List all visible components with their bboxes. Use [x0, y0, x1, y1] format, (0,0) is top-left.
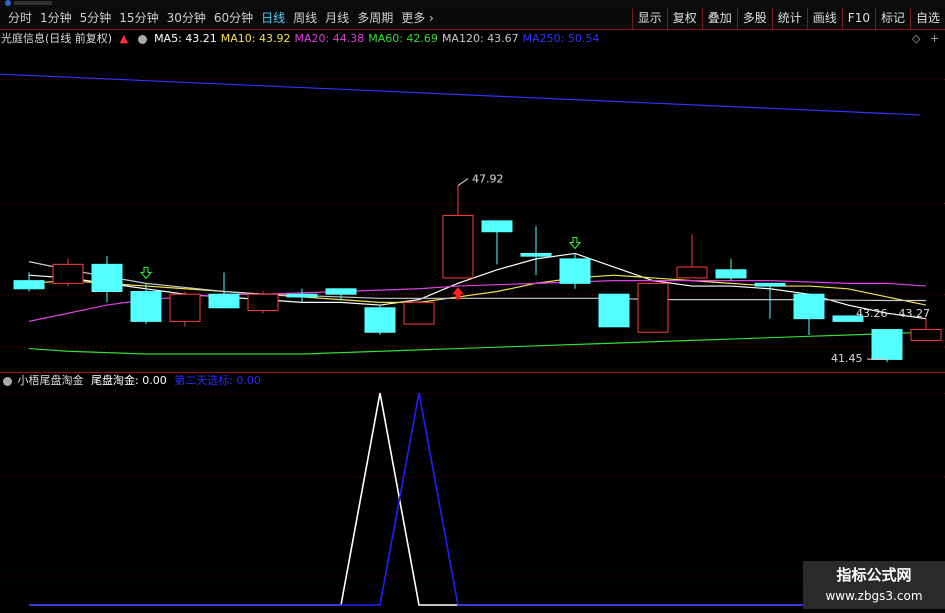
candle-body: [169, 293, 201, 322]
period-tab-4[interactable]: 30分钟: [163, 8, 210, 29]
period-tab-0[interactable]: 分时: [4, 8, 36, 29]
period-tab-1[interactable]: 1分钟: [36, 8, 76, 29]
main-chart-header: 光庭信息(日线 前复权) ▲ MA5: 43.21 MA10: 43.92 MA20…: [0, 30, 945, 47]
candle-body: [325, 288, 357, 295]
candle-body: [598, 293, 630, 328]
watermark-title: 指标公式网: [836, 566, 912, 584]
period-tabs: 分时 1分钟 5分钟 15分钟 30分钟 60分钟 日线 周线 月线 多周期 更多 ›: [4, 8, 438, 29]
candle-body: [676, 266, 708, 279]
toolbar-button-3[interactable]: 多股: [736, 8, 772, 29]
candle-body: [52, 263, 84, 284]
candle-body: [208, 293, 240, 309]
toolbar-button-4[interactable]: 统计: [771, 8, 807, 29]
up-arrow-icon: ▲: [119, 32, 129, 45]
watermark-badge: 指标公式网 www.zbgs3.com: [803, 561, 945, 609]
toolbar-button-0[interactable]: 显示: [631, 8, 667, 29]
candle-body: [364, 307, 396, 333]
price-chart-svg: 47.92 41.45 43.26 - 43.27: [0, 73, 945, 365]
plus-icon[interactable]: +: [930, 30, 939, 47]
ma-legend-item: MA120: 43.67: [441, 32, 519, 45]
candle-body: [481, 220, 513, 233]
settings-circle-icon[interactable]: [137, 34, 147, 44]
watermark-url: www.zbgs3.com: [825, 589, 923, 603]
candle-body: [442, 214, 474, 279]
last-price-label: 43.26 - 43.27: [856, 307, 930, 320]
ma-line: [0, 73, 921, 116]
ma-legend-item: MA5: 43.21: [154, 32, 217, 45]
period-tab-5[interactable]: 60分钟: [210, 8, 257, 29]
period-tab-7[interactable]: 周线: [289, 8, 321, 29]
candle-body: [871, 329, 903, 360]
ma-line: [28, 274, 927, 306]
candle-body: [910, 329, 942, 341]
candle-body: [637, 282, 669, 333]
candle-body: [286, 293, 318, 298]
broker-logo-icon: [5, 0, 52, 6]
candle-body: [130, 291, 162, 322]
candle-body: [754, 282, 786, 287]
candle-body: [715, 269, 747, 279]
indicator-header: 小梧尾盘淘金 尾盘淘金: 0.00 第二天选标: 0.00: [0, 373, 945, 389]
indicator-settings-icon[interactable]: [3, 376, 12, 386]
diamond-icon[interactable]: ◇: [912, 30, 920, 47]
low-label: 41.45: [831, 352, 863, 365]
candle-body: [91, 263, 123, 292]
period-toolbar: 分时 1分钟 5分钟 15分钟 30分钟 60分钟 日线 周线 月线 多周期 更多 › 显示 复权 叠加…: [0, 8, 945, 30]
ma-line: [28, 331, 927, 355]
candle-body: [247, 293, 279, 312]
period-tab-9[interactable]: 多周期: [353, 8, 397, 29]
window-top-strip: [0, 0, 945, 8]
ma-legend: MA5: 43.21 MA10: 43.92 MA20: 44.38 MA60: 42…: [154, 32, 603, 45]
indicator-value-1: 尾盘淘金: 0.00: [91, 374, 167, 387]
candle-body: [520, 252, 552, 257]
buy-arrow-icon: [139, 266, 153, 280]
indicator-line: [29, 392, 926, 606]
ma-legend-item: MA60: 42.69: [368, 32, 438, 45]
ma-legend-item: MA20: 44.38: [294, 32, 365, 45]
candle-body: [13, 280, 45, 290]
period-tab-3[interactable]: 15分钟: [115, 8, 162, 29]
buy-arrow-icon: [568, 236, 582, 250]
period-tab-8[interactable]: 月线: [321, 8, 353, 29]
candlestick-chart[interactable]: 47.92 41.45 43.26 - 43.27: [0, 47, 945, 373]
indicator-value-2: 第二天选标: 0.00: [174, 374, 261, 387]
high-pointer: [457, 178, 469, 186]
stock-title[interactable]: 光庭信息(日线 前复权): [1, 32, 112, 45]
period-tab-2[interactable]: 5分钟: [76, 8, 116, 29]
period-tab-10[interactable]: 更多 ›: [397, 8, 438, 29]
indicator-line: [29, 392, 926, 606]
candle-body: [559, 258, 591, 284]
toolbar-button-1[interactable]: 复权: [666, 8, 702, 29]
toolbar-button-2[interactable]: 叠加: [701, 8, 737, 29]
toolbar-button-6[interactable]: F10: [841, 8, 875, 29]
function-buttons: 显示 复权 叠加 多股 统计 画线 F10 标记 自选: [631, 8, 945, 29]
ma-legend-item: MA250: 50.54: [522, 32, 600, 45]
ma-legend-item: MA10: 43.92: [220, 32, 291, 45]
period-tab-6[interactable]: 日线: [257, 8, 289, 29]
toolbar-button-5[interactable]: 画线: [806, 8, 842, 29]
high-label: 47.92: [472, 173, 504, 186]
candle-body: [793, 293, 825, 320]
toolbar-button-8[interactable]: 自选: [909, 8, 945, 29]
candle-body: [403, 301, 435, 325]
indicator-name[interactable]: 小梧尾盘淘金: [18, 374, 84, 387]
toolbar-button-7[interactable]: 标记: [874, 8, 910, 29]
